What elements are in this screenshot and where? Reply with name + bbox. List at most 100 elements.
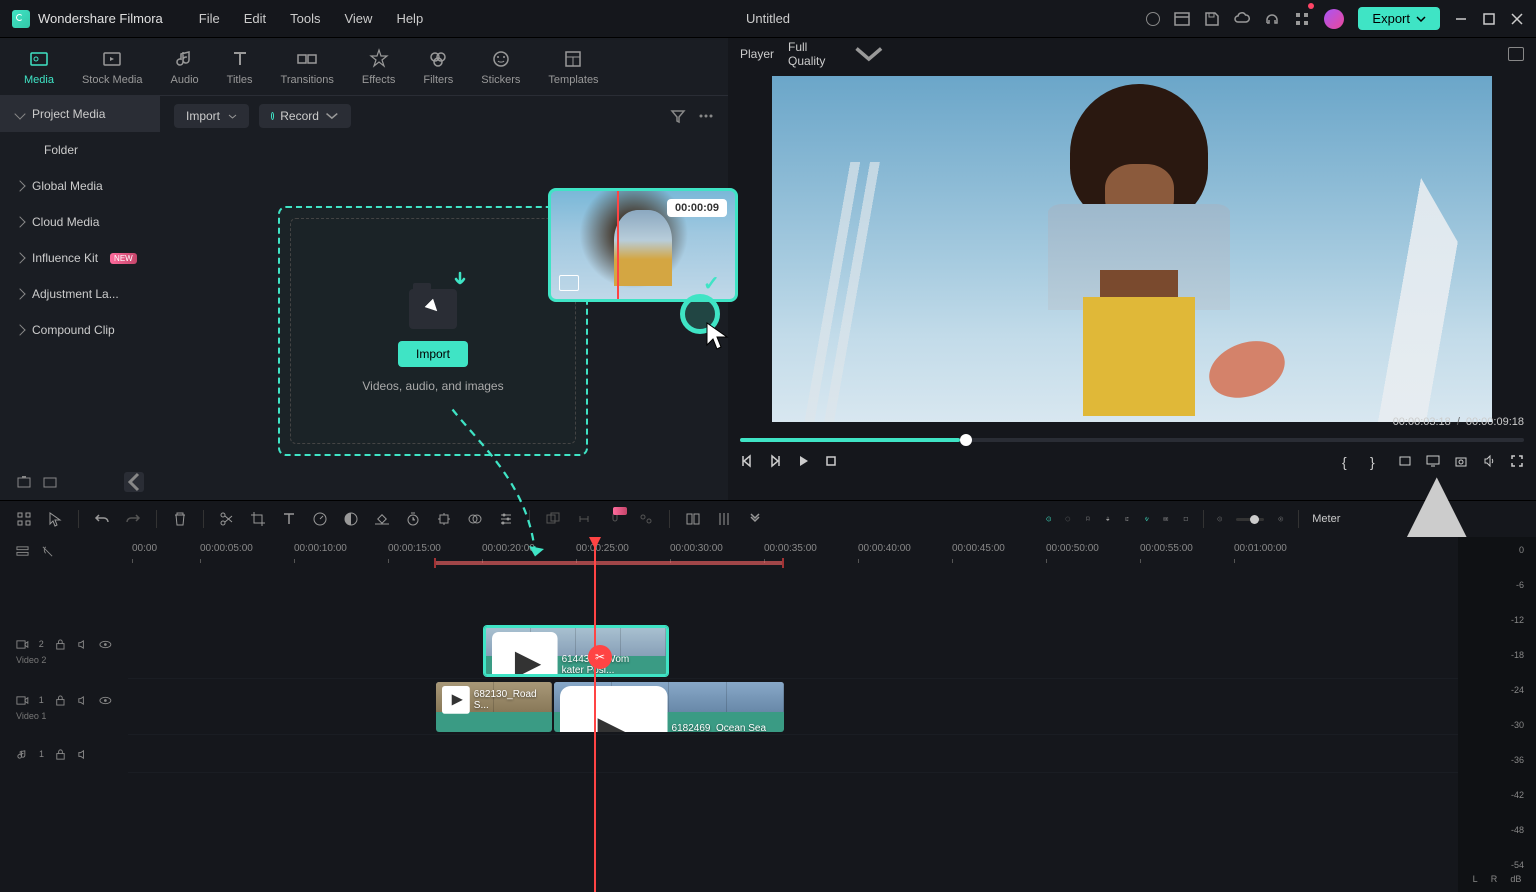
visibility-icon[interactable] xyxy=(99,694,112,707)
sidebar-cloud-media[interactable]: Cloud Media xyxy=(0,204,160,240)
snapshot-icon[interactable] xyxy=(1508,47,1524,61)
beat-button[interactable] xyxy=(638,511,654,527)
collapse-sidebar-button[interactable] xyxy=(124,472,144,492)
tab-transitions[interactable]: Transitions xyxy=(281,48,334,86)
track-video2[interactable]: 6144331_Wom kater Posi... ✂ xyxy=(128,623,1458,679)
next-frame-button[interactable] xyxy=(768,454,782,468)
clip-v1-1[interactable]: 682130_Road S... xyxy=(436,682,552,732)
timeline-ruler[interactable]: 00:00 00:00:05:00 00:00:10:00 00:00:15:0… xyxy=(128,537,1458,565)
sidebar-folder[interactable]: Folder xyxy=(0,132,160,168)
menu-tools[interactable]: Tools xyxy=(290,11,320,26)
audio-stretch-button[interactable] xyxy=(576,511,592,527)
play-button[interactable] xyxy=(796,454,810,468)
speed-button[interactable] xyxy=(312,511,328,527)
track-audio1[interactable] xyxy=(128,735,1458,773)
sidebar-global-media[interactable]: Global Media xyxy=(0,168,160,204)
mute-icon[interactable] xyxy=(77,638,90,651)
marker-icon[interactable] xyxy=(1085,511,1091,527)
import-button[interactable]: Import xyxy=(398,341,468,367)
tab-filters[interactable]: Filters xyxy=(423,48,453,86)
adjust-button[interactable] xyxy=(498,511,514,527)
export-button[interactable]: Export xyxy=(1358,7,1440,30)
clip-v1-2[interactable]: 6182469_Ocean Sea Peljesac Bridge_By_... xyxy=(554,682,784,732)
duration-button[interactable] xyxy=(405,511,421,527)
import-dropdown[interactable]: Import xyxy=(174,104,249,128)
record-dropdown[interactable]: Record xyxy=(259,104,351,128)
new-bin-icon[interactable] xyxy=(42,474,58,490)
layout-icon[interactable] xyxy=(1174,11,1190,27)
visibility-icon[interactable] xyxy=(99,638,112,651)
tab-audio[interactable]: Audio xyxy=(171,48,199,86)
tracking-button[interactable] xyxy=(436,511,452,527)
group-button[interactable] xyxy=(545,511,561,527)
pointer-tool-icon[interactable] xyxy=(47,511,63,527)
track-video1[interactable]: 682130_Road S... 6182469_Ocean Sea Pelje… xyxy=(128,679,1458,735)
cloud-icon[interactable] xyxy=(1234,11,1250,27)
smile-marker-icon[interactable] xyxy=(1046,511,1052,527)
track-options-icon[interactable] xyxy=(41,545,54,558)
lock-icon[interactable] xyxy=(54,638,67,651)
track-header-audio1[interactable]: 1 xyxy=(0,735,128,773)
tab-effects[interactable]: Effects xyxy=(362,48,395,86)
zoom-out-button[interactable] xyxy=(1217,511,1223,527)
mute-icon[interactable] xyxy=(77,694,90,707)
media-thumbnail[interactable]: 00:00:09 ✓ xyxy=(548,188,738,302)
track-header-video1[interactable]: 1 Video 1 xyxy=(0,679,128,735)
mask-button[interactable] xyxy=(467,511,483,527)
delete-button[interactable] xyxy=(172,511,188,527)
select-tool-icon[interactable] xyxy=(16,511,32,527)
prev-frame-button[interactable] xyxy=(740,454,754,468)
apps-icon[interactable] xyxy=(1294,11,1310,27)
selection-range[interactable] xyxy=(434,561,784,565)
sidebar-project-media[interactable]: Project Media xyxy=(0,96,160,132)
sidebar-influence-kit[interactable]: Influence KitNEW xyxy=(0,240,160,276)
more-icon[interactable] xyxy=(698,108,714,124)
timeline-main[interactable]: 00:00 00:00:05:00 00:00:10:00 00:00:15:0… xyxy=(128,537,1458,892)
text-button[interactable] xyxy=(281,511,297,527)
detach-button[interactable] xyxy=(685,511,701,527)
record-status-icon[interactable] xyxy=(1146,12,1160,26)
tab-stock-media[interactable]: Stock Media xyxy=(82,48,143,86)
tab-media[interactable]: Media xyxy=(24,48,54,86)
quality-dropdown[interactable]: Full Quality xyxy=(788,40,885,68)
undo-button[interactable] xyxy=(94,511,110,527)
user-avatar[interactable] xyxy=(1324,9,1344,29)
headphones-icon[interactable] xyxy=(1264,11,1280,27)
save-icon[interactable] xyxy=(1204,11,1220,27)
mute-icon[interactable] xyxy=(77,748,90,761)
voice-button[interactable] xyxy=(607,511,623,527)
preview-scrubber[interactable]: 00:00:03:18/00:00:09:18 xyxy=(740,438,1524,442)
mixer-button[interactable] xyxy=(716,511,732,527)
audio-mix-icon[interactable] xyxy=(1124,511,1130,527)
render-icon[interactable] xyxy=(1065,511,1071,527)
tab-templates[interactable]: Templates xyxy=(548,48,598,86)
clip-v2-1[interactable]: 6144331_Wom kater Posi... xyxy=(484,626,668,676)
close-button[interactable] xyxy=(1510,12,1524,26)
zoom-in-button[interactable] xyxy=(1278,511,1284,527)
preview-video[interactable] xyxy=(772,76,1492,422)
menu-edit[interactable]: Edit xyxy=(244,11,266,26)
zoom-slider[interactable] xyxy=(1236,518,1264,521)
menu-view[interactable]: View xyxy=(344,11,372,26)
redo-button[interactable] xyxy=(125,511,141,527)
lock-icon[interactable] xyxy=(54,694,67,707)
meter-label[interactable]: Meter xyxy=(1312,513,1340,525)
magnet-icon[interactable] xyxy=(1144,511,1150,527)
tab-titles[interactable]: Titles xyxy=(227,48,253,86)
drop-zone[interactable]: Import Videos, audio, and images xyxy=(278,206,588,456)
color-button[interactable] xyxy=(343,511,359,527)
more-tools-button[interactable] xyxy=(747,511,763,527)
keyframe-button[interactable] xyxy=(374,511,390,527)
tracks-menu-icon[interactable] xyxy=(16,545,29,558)
minimize-button[interactable] xyxy=(1454,12,1468,26)
menu-file[interactable]: File xyxy=(199,11,220,26)
lock-icon[interactable] xyxy=(54,748,67,761)
crop-button[interactable] xyxy=(250,511,266,527)
track-header-video2[interactable]: 2 Video 2 xyxy=(0,623,128,679)
split-button[interactable] xyxy=(219,511,235,527)
sidebar-compound-clip[interactable]: Compound Clip xyxy=(0,312,160,348)
filter-icon[interactable] xyxy=(670,108,686,124)
snap-icon[interactable] xyxy=(1183,511,1189,527)
tab-stickers[interactable]: Stickers xyxy=(481,48,520,86)
sidebar-adjustment-layer[interactable]: Adjustment La... xyxy=(0,276,160,312)
